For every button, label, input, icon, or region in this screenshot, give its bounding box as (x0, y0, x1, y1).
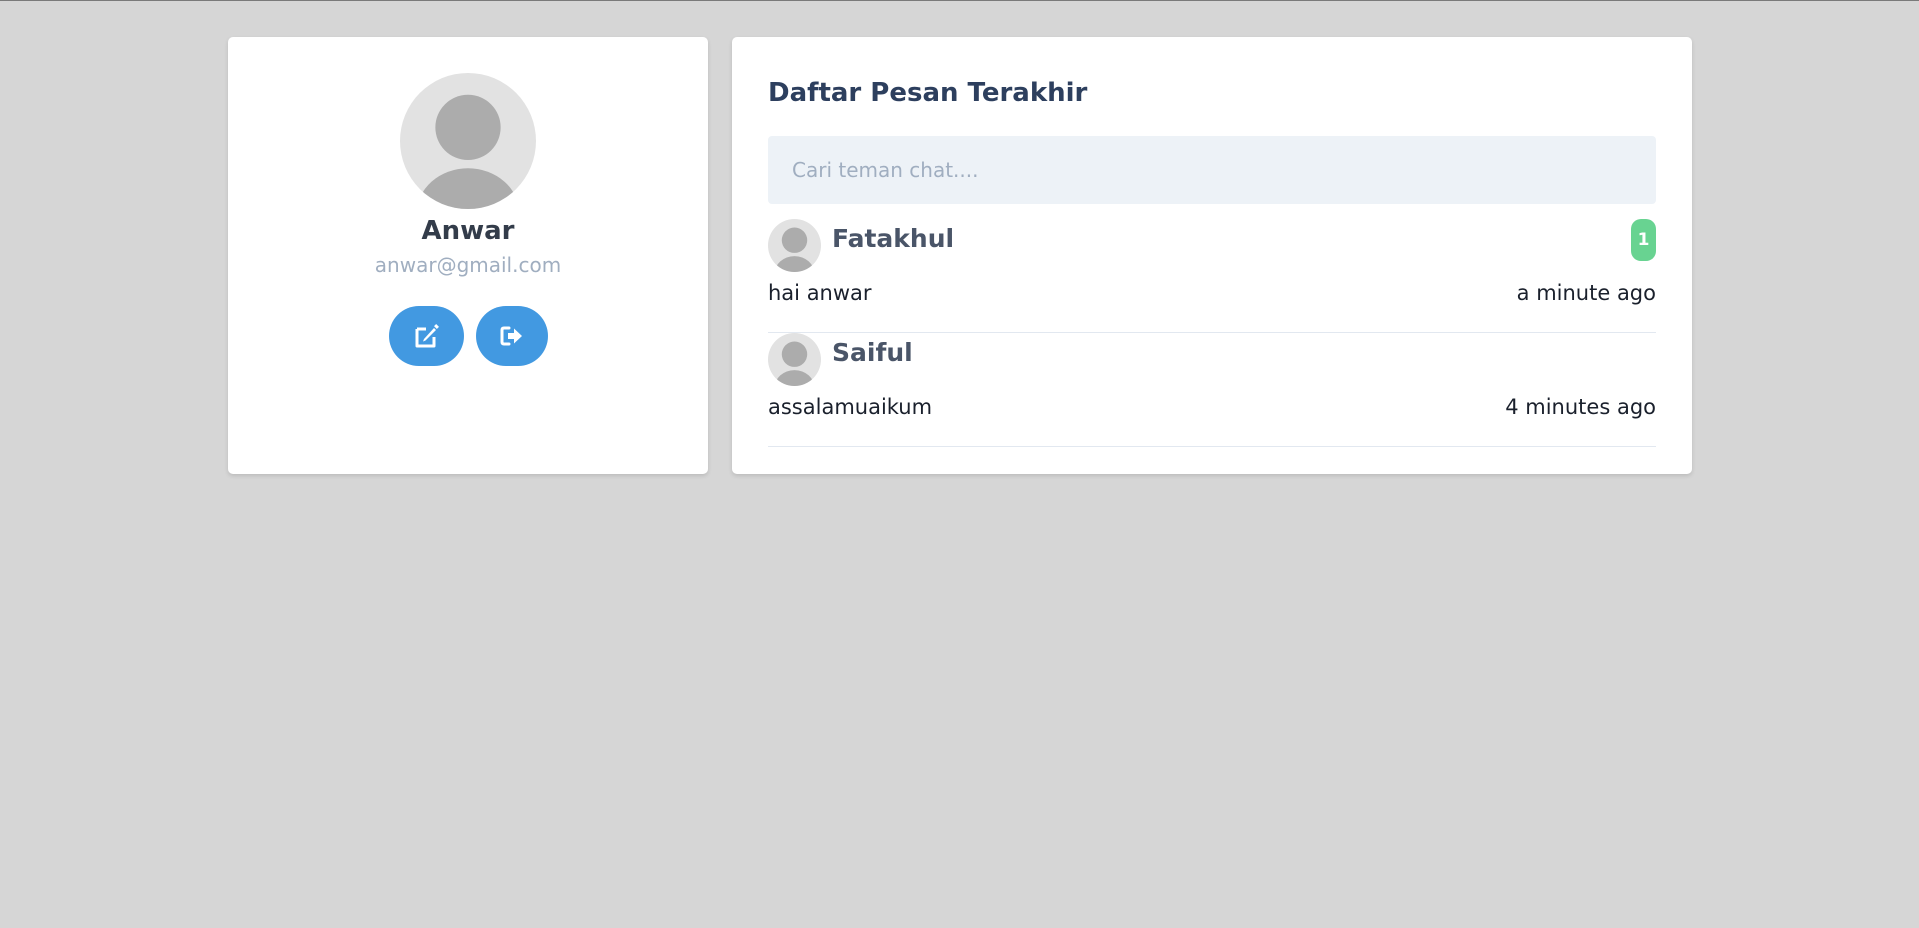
unread-count-badge: 1 (1631, 219, 1656, 261)
contact-avatar (768, 219, 821, 272)
contact-name: Saiful (832, 338, 913, 367)
edit-profile-button[interactable] (389, 306, 464, 366)
contact-name: Fatakhul (832, 224, 955, 253)
profile-avatar (400, 73, 536, 209)
profile-email: anwar@gmail.com (374, 253, 562, 277)
message-time: 4 minutes ago (1505, 395, 1656, 419)
last-message: assalamuaikum (768, 395, 933, 419)
chat-item-fatakhul[interactable]: Fatakhul 1 hai anwar a minute ago (768, 219, 1656, 333)
profile-card: Anwar anwar@gmail.com (228, 37, 708, 474)
contact-avatar (768, 333, 821, 386)
window-top-border (0, 0, 1919, 1)
messages-card: Daftar Pesan Terakhir Fatakhul 1 hai anw… (732, 37, 1692, 474)
messages-title: Daftar Pesan Terakhir (768, 78, 1088, 108)
default-avatar-icon (768, 333, 821, 386)
last-message: hai anwar (768, 281, 872, 305)
default-avatar-icon (768, 219, 821, 272)
message-time: a minute ago (1516, 281, 1656, 305)
search-chat-input[interactable] (768, 136, 1656, 204)
chat-item-saiful[interactable]: Saiful assalamuaikum 4 minutes ago (768, 333, 1656, 447)
profile-name: Anwar (421, 216, 515, 246)
chat-list: Fatakhul 1 hai anwar a minute ago Saiful… (768, 219, 1656, 447)
edit-icon (415, 324, 439, 348)
default-avatar-icon (400, 73, 536, 209)
sign-out-icon (500, 326, 522, 346)
logout-button[interactable] (476, 306, 548, 366)
